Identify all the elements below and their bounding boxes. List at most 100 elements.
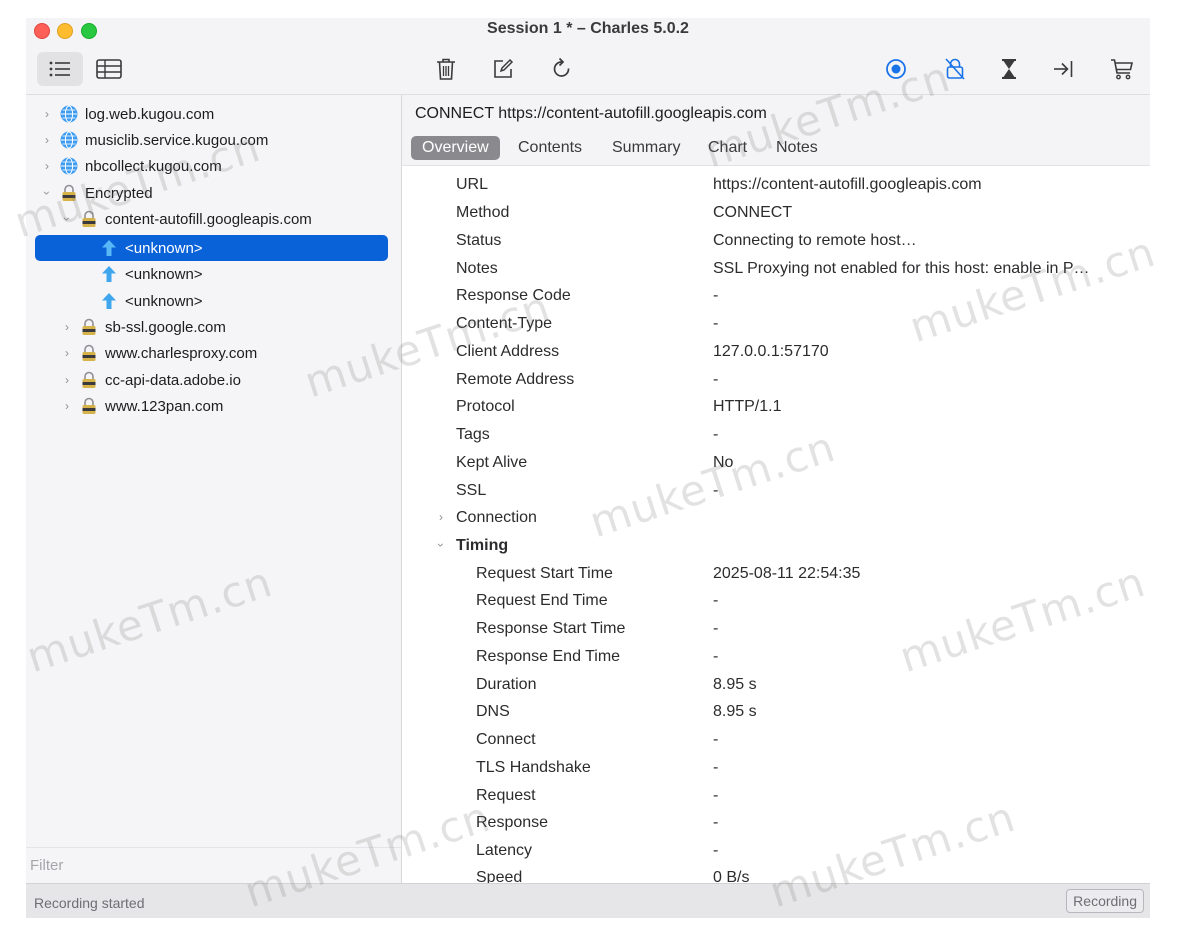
record-icon <box>886 59 906 79</box>
chevron-down-icon[interactable]: › <box>40 186 54 200</box>
chevron-down-icon[interactable]: › <box>434 543 448 547</box>
tree-item-label: www.charlesproxy.com <box>105 344 258 362</box>
tab-notes[interactable]: Notes <box>765 136 829 160</box>
timing-label-request: Request <box>476 787 536 804</box>
timing-label-response: Response <box>476 814 549 831</box>
tab-overview[interactable]: Overview <box>411 136 500 160</box>
ssl-proxying-button[interactable] <box>932 52 978 86</box>
timing-value-request-end: - <box>713 592 719 609</box>
timing-label-response-start: Response Start Time <box>476 620 626 637</box>
tree-item-nbcollect-kugou[interactable]: › nbcollect.kugou.com <box>40 153 222 179</box>
list-icon <box>49 61 70 77</box>
recording-button[interactable]: Recording <box>1066 889 1144 913</box>
tree-item-log-web-kugou[interactable]: › log.web.kugou.com <box>40 101 214 127</box>
tree-item-unknown[interactable]: <unknown> <box>100 288 203 314</box>
lock-icon <box>80 397 98 415</box>
timing-label-request-start: Request Start Time <box>476 565 613 582</box>
tree-item-cc-api-data-adobe[interactable]: › cc-api-data.adobe.io <box>60 367 241 393</box>
upload-arrow-icon <box>100 239 118 257</box>
tree-item-label: content-autofill.googleapis.com <box>105 210 312 228</box>
timing-value-response: - <box>713 814 719 831</box>
tree-item-label: nbcollect.kugou.com <box>85 157 222 175</box>
chevron-right-icon[interactable]: › <box>40 133 54 147</box>
timing-value-response-start: - <box>713 620 719 637</box>
filter-field[interactable]: Filter <box>26 847 401 884</box>
prop-value-status: Connecting to remote host… <box>713 232 917 249</box>
tree-item-content-autofill[interactable]: › content-autofill.googleapis.com <box>60 206 312 232</box>
tab-summary[interactable]: Summary <box>601 136 691 160</box>
request-title: CONNECT https://content-autofill.googlea… <box>415 105 767 122</box>
tree-item-unknown-selected[interactable]: <unknown> <box>100 235 203 261</box>
record-button[interactable] <box>873 52 919 86</box>
request-detail-pane: CONNECT https://content-autofill.googlea… <box>402 95 1150 886</box>
refresh-icon <box>553 57 570 77</box>
timing-label-request-end: Request End Time <box>476 592 608 609</box>
tree-item-label: www.123pan.com <box>105 397 224 415</box>
detail-tabs: Overview Contents Summary Chart Notes <box>402 131 1150 166</box>
lock-slash-icon <box>945 58 965 80</box>
clear-session-button[interactable] <box>423 52 469 86</box>
lock-icon <box>80 318 98 336</box>
chevron-right-icon[interactable]: › <box>40 159 54 173</box>
tab-contents[interactable]: Contents <box>507 136 593 160</box>
tree-item-musiclib-kugou[interactable]: › musiclib.service.kugou.com <box>40 127 268 153</box>
edit-icon <box>494 58 514 78</box>
section-connection[interactable]: Connection <box>456 509 537 527</box>
window-title: Session 1 * – Charles 5.0.2 <box>487 20 689 37</box>
titlebar: Session 1 * – Charles 5.0.2 <box>26 18 1150 95</box>
tree-item-label: musiclib.service.kugou.com <box>85 131 269 149</box>
throttle-button[interactable] <box>986 52 1032 86</box>
repeat-request-button[interactable] <box>539 52 585 86</box>
lock-icon <box>80 371 98 389</box>
prop-value-response-code: - <box>713 287 719 304</box>
prop-value-url: https://content-autofill.googleapis.com <box>713 176 982 193</box>
breakpoints-button[interactable] <box>1040 52 1086 86</box>
prop-value-client-address: 127.0.0.1:57170 <box>713 343 829 360</box>
tree-item-unknown[interactable]: <unknown> <box>100 261 203 287</box>
prop-label-protocol: Protocol <box>456 398 515 415</box>
chevron-down-icon[interactable]: › <box>60 212 74 226</box>
edit-request-button[interactable] <box>480 52 526 86</box>
list-view-button[interactable] <box>37 52 83 86</box>
timing-value-latency: - <box>713 842 719 859</box>
prop-label-method: Method <box>456 204 510 221</box>
prop-label-status: Status <box>456 232 502 249</box>
section-timing[interactable]: Timing <box>456 537 508 555</box>
request-title-bar: CONNECT https://content-autofill.googlea… <box>402 95 1150 131</box>
tree-item-123pan[interactable]: › www.123pan.com <box>60 393 223 419</box>
chevron-right-icon[interactable]: › <box>60 346 74 360</box>
chevron-right-icon[interactable]: › <box>439 510 443 524</box>
timing-value-dns: 8.95 s <box>713 703 757 720</box>
timing-label-tls-handshake: TLS Handshake <box>476 759 591 776</box>
timing-label-dns: DNS <box>476 703 510 720</box>
prop-value-kept-alive: No <box>713 454 734 471</box>
prop-value-protocol: HTTP/1.1 <box>713 398 782 415</box>
selected-row-highlight <box>35 235 388 261</box>
timing-value-request-start: 2025-08-11 22:54:35 <box>713 565 861 582</box>
timing-label-connect: Connect <box>476 731 536 748</box>
tools-button[interactable] <box>1099 52 1145 86</box>
tree-item-encrypted[interactable]: › Encrypted <box>40 180 153 206</box>
timing-label-latency: Latency <box>476 842 533 859</box>
timing-value-request: - <box>713 787 719 804</box>
tree-item-label: <unknown> <box>125 239 203 257</box>
arrow-to-line-icon <box>1054 61 1073 77</box>
timing-label-duration: Duration <box>476 676 537 693</box>
host-tree-sidebar: › log.web.kugou.com › musiclib.service.k… <box>26 95 402 884</box>
timing-value-tls-handshake: - <box>713 759 719 776</box>
lock-icon <box>60 184 78 202</box>
chevron-right-icon[interactable]: › <box>40 107 54 121</box>
table-view-button[interactable] <box>86 52 132 86</box>
tree-item-label: cc-api-data.adobe.io <box>105 371 241 389</box>
lock-icon <box>80 210 98 228</box>
chevron-right-icon[interactable]: › <box>60 373 74 387</box>
chevron-right-icon[interactable]: › <box>60 320 74 334</box>
globe-icon <box>60 131 78 149</box>
prop-value-method: CONNECT <box>713 204 793 221</box>
timing-value-response-end: - <box>713 648 719 665</box>
globe-icon <box>60 157 78 175</box>
tree-item-sb-ssl-google[interactable]: › sb-ssl.google.com <box>60 314 226 340</box>
tab-chart[interactable]: Chart <box>697 136 758 160</box>
tree-item-charlesproxy[interactable]: › www.charlesproxy.com <box>60 340 257 366</box>
chevron-right-icon[interactable]: › <box>60 399 74 413</box>
